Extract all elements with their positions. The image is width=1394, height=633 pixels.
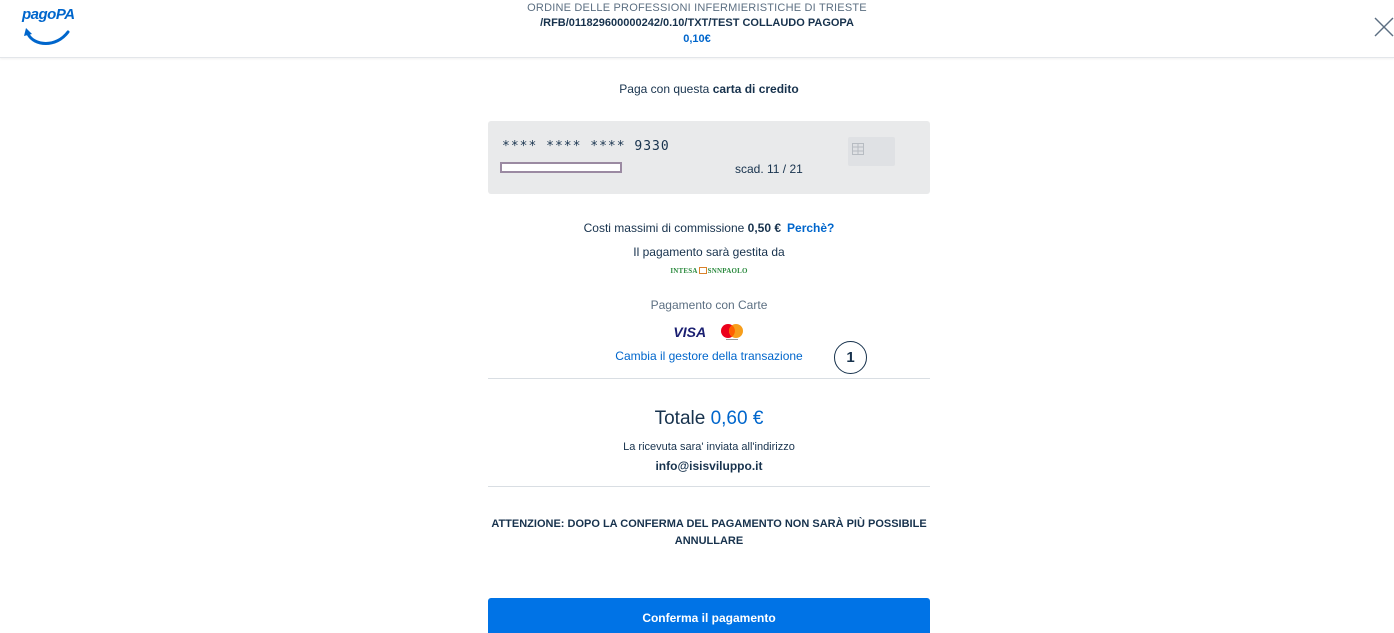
mastercard-icon — [720, 324, 743, 340]
psp-logo-mark — [698, 267, 707, 274]
total-label: Totale — [654, 408, 711, 429]
psp-logo-right: SNNPAOLO — [707, 267, 748, 275]
pay-with-label: Paga con questa carta di credito — [488, 82, 930, 96]
confirm-payment-button[interactable]: Conferma il pagamento — [488, 598, 930, 633]
notice-amount: 0,10€ — [683, 33, 711, 45]
total-amount: Totale 0,60 € — [488, 408, 930, 430]
top-bar: pagoPA ORDINE DELLE PROFESSIONI INFERMIE… — [0, 0, 1394, 58]
warning-message: ATTENZIONE: DOPO LA CONFERMA DEL PAGAMEN… — [491, 518, 927, 547]
card-holder-field — [500, 162, 622, 173]
divider — [488, 486, 930, 487]
managed-by-label: Il pagamento sarà gestita da — [633, 245, 785, 259]
pay-with-prefix: Paga con questa — [619, 82, 713, 96]
payment-method-label: Pagamento con Carte — [650, 298, 768, 312]
psp-logo: INTESA SNNPAOLO — [488, 267, 930, 275]
receipt-info: La ricevuta sara' inviata all'indirizzo — [623, 441, 795, 453]
chip-icon — [852, 143, 864, 155]
receipt-email: info@isisviluppo.it — [655, 459, 763, 473]
commission-info: Costi massimi di commissione 0,50 € Perch… — [488, 221, 930, 235]
why-link[interactable]: Perchè? — [787, 221, 834, 235]
credit-card: **** **** **** 9330 scad. 11 / 21 — [488, 121, 930, 194]
card-brands: VISA — [488, 323, 930, 345]
visa-icon: VISA — [673, 324, 707, 340]
close-button[interactable] — [1373, 16, 1394, 40]
step-badge: 1 — [834, 341, 867, 374]
card-number: **** **** **** 9330 — [502, 139, 670, 154]
total-value: 0,60 € — [710, 408, 764, 429]
payment-reason: /RFB/011829600000242/0.10/TXT/TEST COLLA… — [540, 17, 854, 29]
organization-name: ORDINE DELLE PROFESSIONI INFERMIERISTICH… — [527, 2, 867, 14]
commission-label: Costi massimi di commissione — [583, 221, 748, 235]
commission-amount: 0,50 € — [747, 221, 782, 235]
pay-with-method: carta di credito — [712, 82, 799, 96]
card-chip — [848, 137, 895, 166]
payment-notice-summary: ORDINE DELLE PROFESSIONI INFERMIERISTICH… — [0, 1, 1394, 47]
close-icon — [1374, 17, 1394, 37]
card-expiry: scad. 11 / 21 — [735, 162, 803, 176]
divider — [488, 378, 930, 379]
psp-logo-left: INTESA — [670, 267, 698, 275]
